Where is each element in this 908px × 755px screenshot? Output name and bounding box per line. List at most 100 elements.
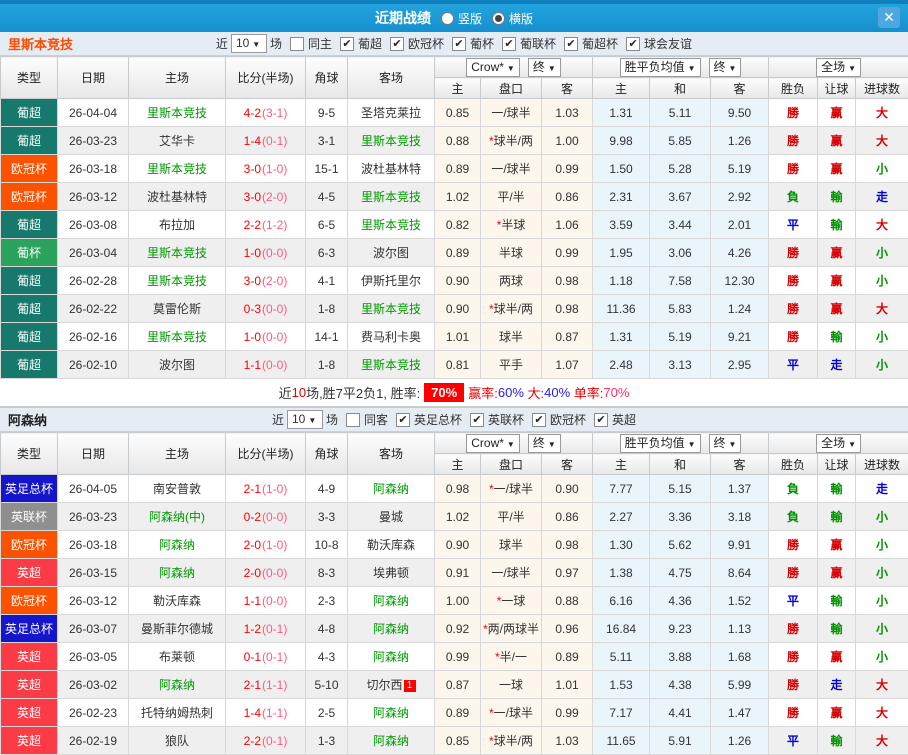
avg-draw-odds: 5.85: [649, 126, 712, 155]
summary-text: 赢率:: [468, 386, 498, 401]
layout-radio[interactable]: [440, 11, 454, 25]
away-team: 勒沃库森: [347, 530, 435, 559]
result-winloss: 勝: [768, 322, 819, 351]
avg-odds-select[interactable]: 胜平负均值 ▼: [619, 57, 701, 77]
league-badge: 欧冠杯: [0, 586, 58, 615]
match-row: 英超 26-02-19 狼队 2-2(0-1) 1-3 阿森纳 0.85 *球半/两 1.03 1…: [0, 726, 908, 755]
same-venue-checkbox[interactable]: [289, 36, 304, 51]
layout-radio-label: 横版: [509, 11, 534, 26]
handicap-change-star: *: [488, 482, 494, 496]
league-badge: 欧冠杯: [0, 182, 58, 211]
home-team: 托特纳姆热刺: [128, 698, 226, 727]
column-header: 角球: [305, 432, 348, 475]
home-team: 曼斯菲尔德城: [128, 614, 226, 643]
odds-time-select[interactable]: 终 ▼: [527, 57, 561, 77]
chevron-down-icon: ▼: [687, 63, 696, 73]
result-winloss: 負: [768, 502, 819, 531]
avg-odds-select-value: 胜平负均值: [624, 59, 685, 74]
match-date: 26-03-12: [57, 182, 129, 211]
home-team: 波尔图: [128, 350, 226, 379]
away-team-name: 里斯本竞技: [360, 134, 421, 148]
league-checkbox-label: 葡联杯: [520, 37, 557, 51]
match-score: 0-1(0-1): [225, 642, 306, 671]
halftime-score: (1-2): [262, 217, 288, 232]
near-label: 近: [215, 37, 228, 51]
sub-header: 让球: [817, 77, 857, 99]
scope-select[interactable]: 全场 ▼: [816, 57, 862, 77]
bookmaker-select[interactable]: Crow* ▼: [466, 57, 520, 77]
match-count-select[interactable]: 10 ▼: [286, 410, 323, 429]
match-score: 2-1(1-0): [225, 474, 306, 503]
handicap-line: 平/半: [480, 182, 542, 211]
avg-draw-odds: 3.36: [649, 502, 712, 531]
league-badge: 葡超: [0, 98, 58, 127]
near-label: 近: [271, 413, 284, 427]
result-winloss: 勝: [768, 266, 819, 295]
league-checkbox[interactable]: ✔: [594, 412, 609, 427]
summary-text: 70%: [603, 385, 630, 400]
match-count-select[interactable]: 10 ▼: [230, 34, 267, 53]
match-score: 2-0(1-0): [225, 530, 306, 559]
handicap-group-header: Crow* ▼ 终 ▼: [433, 56, 594, 78]
result-handicap: 赢: [817, 698, 857, 727]
chevron-down-icon: ▼: [728, 63, 737, 73]
handicap-line: *半球: [480, 210, 542, 239]
league-checkbox[interactable]: ✔: [452, 36, 466, 51]
avg-away-odds: 1.52: [710, 586, 770, 615]
halftime-score: (1-0): [262, 161, 288, 176]
handicap-change-star: *: [496, 218, 502, 232]
league-checkbox[interactable]: ✔: [395, 412, 410, 427]
layout-radio[interactable]: [492, 11, 505, 25]
handicap-line: *一/球半: [480, 698, 542, 727]
handicap-away-odds: 0.99: [540, 154, 594, 183]
league-checkbox-label: 英足总杯: [413, 413, 462, 427]
avg-away-odds: 1.47: [710, 698, 770, 727]
same-venue-checkbox[interactable]: [345, 412, 360, 427]
match-score: 3-0(2-0): [225, 266, 306, 295]
away-team-name: 伊斯托里尔: [360, 274, 421, 288]
match-date: 26-03-12: [57, 586, 129, 615]
fulltime-score: 3-0: [243, 273, 261, 288]
scope-select[interactable]: 全场 ▼: [816, 433, 862, 453]
league-checkbox[interactable]: ✔: [470, 412, 484, 427]
avg-draw-odds: 3.44: [649, 210, 712, 239]
result-handicap: 輸: [817, 614, 857, 643]
bookmaker-select[interactable]: Crow* ▼: [466, 433, 520, 453]
avg-time-select[interactable]: 终 ▼: [708, 57, 742, 77]
handicap-line: *半/一: [480, 642, 542, 671]
column-header: 日期: [57, 432, 129, 475]
league-checkbox[interactable]: ✔: [502, 36, 517, 51]
away-team: 波尔图: [347, 238, 435, 267]
match-row: 葡超 26-03-23 艾华卡 1-4(0-1) 3-1 里斯本竞技 0.88 *球半/两 1.…: [0, 126, 908, 155]
match-row: 葡超 26-02-16 里斯本竞技 1-0(0-0) 14-1 费马利卡奥 1.01 球半 0.…: [0, 322, 908, 351]
home-team: 布莱顿: [128, 642, 226, 671]
avg-away-odds: 8.64: [710, 558, 770, 587]
close-button[interactable]: ✕: [878, 7, 900, 28]
corner-score: 4-1: [305, 266, 348, 295]
league-checkbox[interactable]: ✔: [339, 36, 354, 51]
away-team: 切尔西 1: [347, 670, 435, 699]
avg-home-odds: 2.48: [592, 350, 651, 379]
fulltime-score: 2-2: [243, 733, 261, 748]
odds-time-select[interactable]: 终 ▼: [527, 433, 561, 453]
match-row: 欧冠杯 26-03-18 阿森纳 2-0(1-0) 10-8 勒沃库森 0.90 球半 0.98…: [0, 530, 908, 559]
result-winloss: 勝: [768, 530, 819, 559]
sub-header: 让球: [817, 453, 857, 475]
match-row: 英足总杯 26-04-05 南安普敦 2-1(1-0) 4-9 阿森纳 0.98 *一/球半 0…: [0, 474, 908, 503]
handicap-away-odds: 0.98: [540, 266, 594, 295]
away-team-name: 勒沃库森: [366, 538, 415, 552]
league-checkbox[interactable]: ✔: [389, 36, 404, 51]
result-handicap: 輸: [817, 322, 857, 351]
home-team: 阿森纳: [128, 558, 226, 587]
league-checkbox[interactable]: ✔: [626, 36, 641, 51]
match-date: 26-03-05: [57, 642, 129, 671]
league-checkbox[interactable]: ✔: [532, 412, 547, 427]
avg-odds-select[interactable]: 胜平负均值 ▼: [619, 433, 701, 453]
away-team: 阿森纳: [347, 614, 435, 643]
home-team-name: 艾华卡: [158, 134, 195, 148]
result-handicap: 赢: [817, 642, 857, 671]
avg-time-select[interactable]: 终 ▼: [708, 433, 742, 453]
avg-home-odds: 1.38: [592, 558, 651, 587]
league-checkbox[interactable]: ✔: [564, 36, 579, 51]
matches-body: 葡超 26-04-04 里斯本竞技 4-2(3-1) 9-5 圣塔克莱拉 0.85 一/球半 1…: [0, 98, 908, 379]
